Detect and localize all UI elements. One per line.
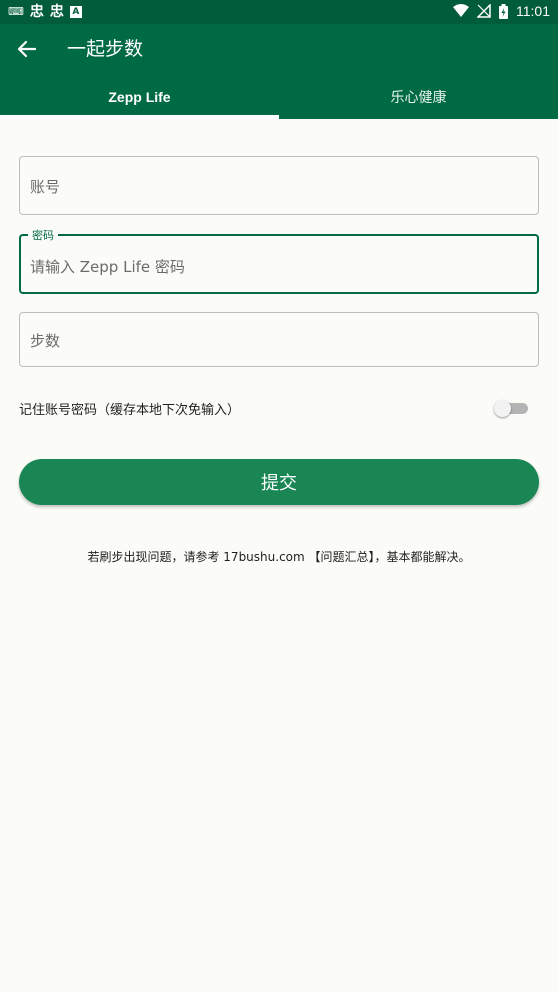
battery-icon — [499, 3, 508, 19]
password-placeholder: 请输入 Zepp Life 密码 — [30, 258, 185, 276]
help-footnote: 若刷步出现问题，请参考 17bushu.com 【问题汇总】，基本都能解决。 — [87, 550, 471, 564]
no-signal-icon — [477, 4, 491, 18]
password-field[interactable]: 密码 请输入 Zepp Life 密码 — [19, 227, 539, 294]
app-bar: 一起步数 — [0, 24, 558, 74]
back-button[interactable] — [10, 32, 44, 66]
keyboard-icon: ⌨ — [8, 5, 24, 18]
status-bar-right: 11:01 — [453, 3, 550, 19]
status-bar: ⌨ 忠 忠 A 11:01 — [0, 0, 558, 24]
app-icon: 忠 — [29, 4, 44, 20]
tab-lexin-health[interactable]: 乐心健康 — [279, 74, 558, 119]
submit-button[interactable]: 提交 — [19, 459, 539, 505]
tab-indicator — [0, 115, 279, 119]
account-field[interactable]: 账号 — [19, 156, 539, 215]
status-bar-left: ⌨ 忠 忠 A — [8, 3, 82, 21]
remember-switch[interactable] — [494, 400, 528, 417]
tab-bar: Zepp Life 乐心健康 — [0, 74, 558, 119]
tab-zepp-life[interactable]: Zepp Life — [0, 74, 279, 119]
page-title: 一起步数 — [67, 38, 144, 60]
a-icon: A — [69, 6, 82, 18]
remember-label: 记住账号密码（缓存本地下次免输入） — [19, 403, 241, 418]
app-icon: 忠 — [49, 4, 64, 20]
account-placeholder: 账号 — [30, 178, 61, 196]
status-time: 11:01 — [516, 3, 550, 19]
steps-field[interactable]: 步数 — [19, 312, 539, 367]
password-label: 密码 — [28, 227, 58, 243]
arrow-back-icon — [17, 40, 37, 58]
wifi-icon — [453, 4, 469, 17]
steps-placeholder: 步数 — [30, 332, 61, 350]
switch-thumb — [494, 400, 511, 417]
